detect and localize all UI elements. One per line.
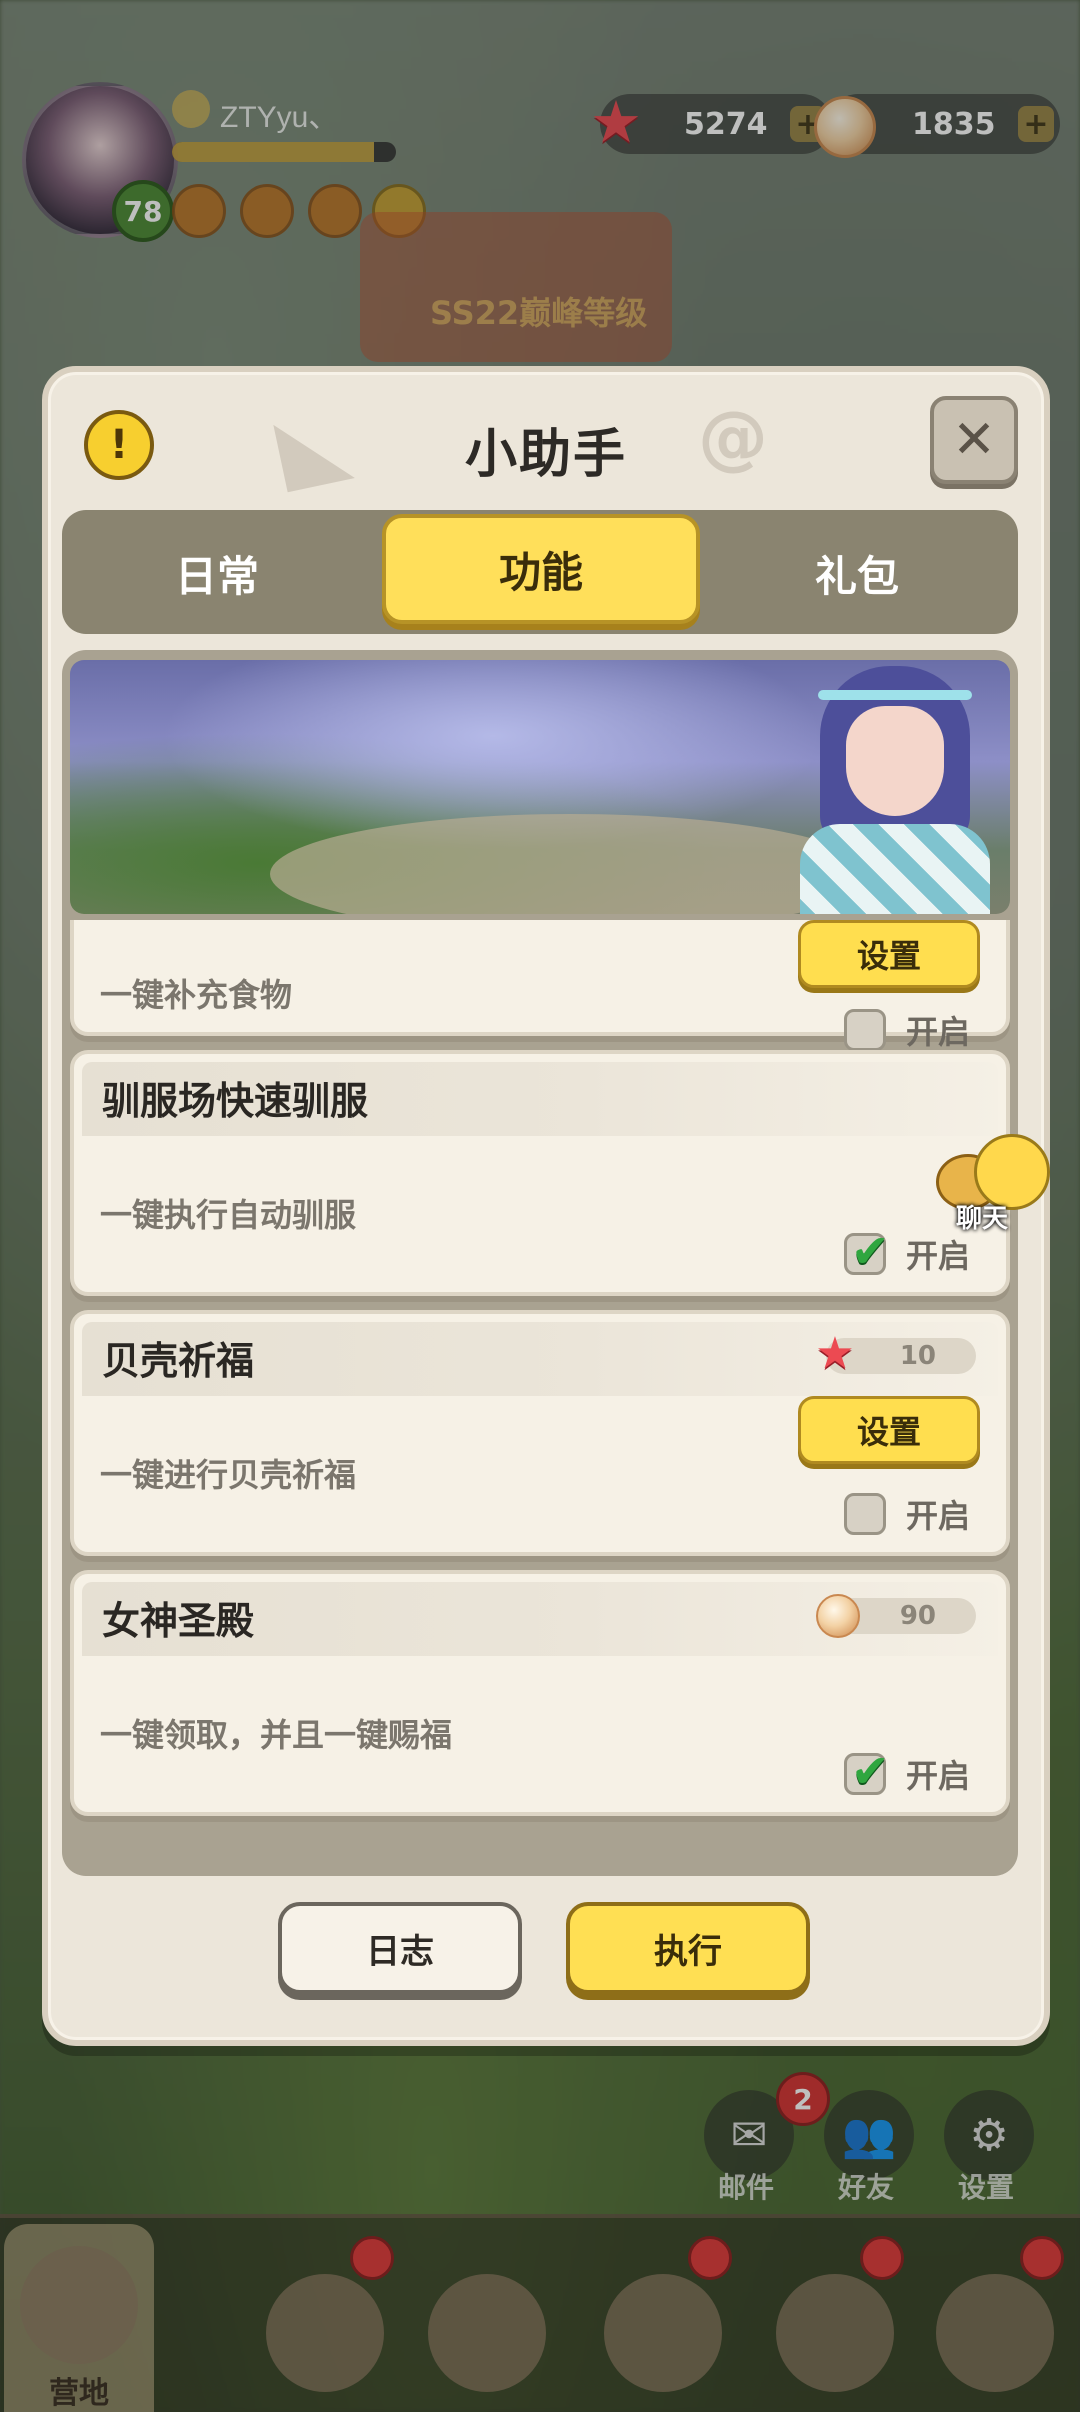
- function-card-refill-food: 一键补充食物 设置 开启: [70, 920, 1010, 1051]
- assistant-banner-image: [70, 660, 1010, 914]
- assistant-character: [800, 666, 990, 914]
- pearl-shell-icon: [816, 1594, 860, 1638]
- tab-bar: 日常 功能 礼包: [62, 510, 1018, 634]
- card-title: 女神圣殿: [102, 1599, 255, 1643]
- tab-daily[interactable]: 日常: [62, 518, 372, 628]
- dialog-title: 小助手: [464, 425, 627, 485]
- enable-checkbox[interactable]: [843, 1493, 886, 1535]
- enable-checkbox[interactable]: [843, 1224, 890, 1278]
- settings-button[interactable]: 设置: [798, 920, 980, 988]
- tab-gift-pack[interactable]: 礼包: [702, 518, 1012, 628]
- chat-label: 聊天: [956, 1204, 1009, 1234]
- enable-checkbox[interactable]: [843, 1744, 890, 1798]
- cost-value: 10: [899, 1341, 936, 1371]
- card-title: 贝壳祈福: [102, 1339, 255, 1383]
- card-description: 一键领取，并且一键赐福: [100, 1716, 453, 1754]
- cost-badge: 90: [816, 1594, 976, 1638]
- chat-button[interactable]: 聊天: [936, 1134, 1050, 1244]
- enable-toggle[interactable]: 开启: [843, 1490, 970, 1538]
- banner-path: [270, 814, 870, 914]
- cost-badge: ★ 10: [815, 1328, 976, 1379]
- enable-checkbox[interactable]: [843, 1009, 886, 1051]
- tab-functions[interactable]: 功能: [382, 514, 700, 624]
- starfish-icon: ★: [815, 1327, 855, 1379]
- function-list-panel: 一键补充食物 设置 开启 驯服场快速驯服 一键执行自动驯服 开启: [62, 650, 1018, 1876]
- close-button[interactable]: ✕: [930, 396, 1018, 484]
- function-card-goddess-temple: 女神圣殿 90 一键领取，并且一键赐福 开启: [70, 1570, 1010, 1816]
- enable-label: 开启: [905, 1497, 970, 1535]
- function-card-quick-tame: 驯服场快速驯服 一键执行自动驯服 开启: [70, 1050, 1010, 1296]
- settings-button[interactable]: 设置: [798, 1396, 980, 1464]
- function-card-shell-blessing: 贝壳祈福 ★ 10 设置 一键进行贝壳祈福 开启: [70, 1310, 1010, 1556]
- enable-label: 开启: [905, 1757, 970, 1795]
- assistant-dialog: ◣ @ ! 小助手 ✕ 日常 功能 礼包 一键补充食物 设置 开启 驯服场快速驯…: [42, 366, 1050, 2046]
- card-description: 一键补充食物: [100, 976, 293, 1014]
- card-title: 驯服场快速驯服: [102, 1079, 369, 1123]
- enable-label: 开启: [905, 1013, 970, 1051]
- cost-value: 90: [899, 1601, 936, 1631]
- enable-toggle[interactable]: 开启: [843, 1006, 970, 1054]
- enable-toggle[interactable]: 开启: [843, 1744, 970, 1798]
- card-description: 一键执行自动驯服: [100, 1196, 357, 1234]
- execute-button[interactable]: 执行: [566, 1902, 810, 1994]
- function-list[interactable]: 一键补充食物 设置 开启 驯服场快速驯服 一键执行自动驯服 开启: [70, 920, 1010, 1868]
- card-description: 一键进行贝壳祈福: [100, 1456, 357, 1494]
- log-button[interactable]: 日志: [278, 1902, 522, 1994]
